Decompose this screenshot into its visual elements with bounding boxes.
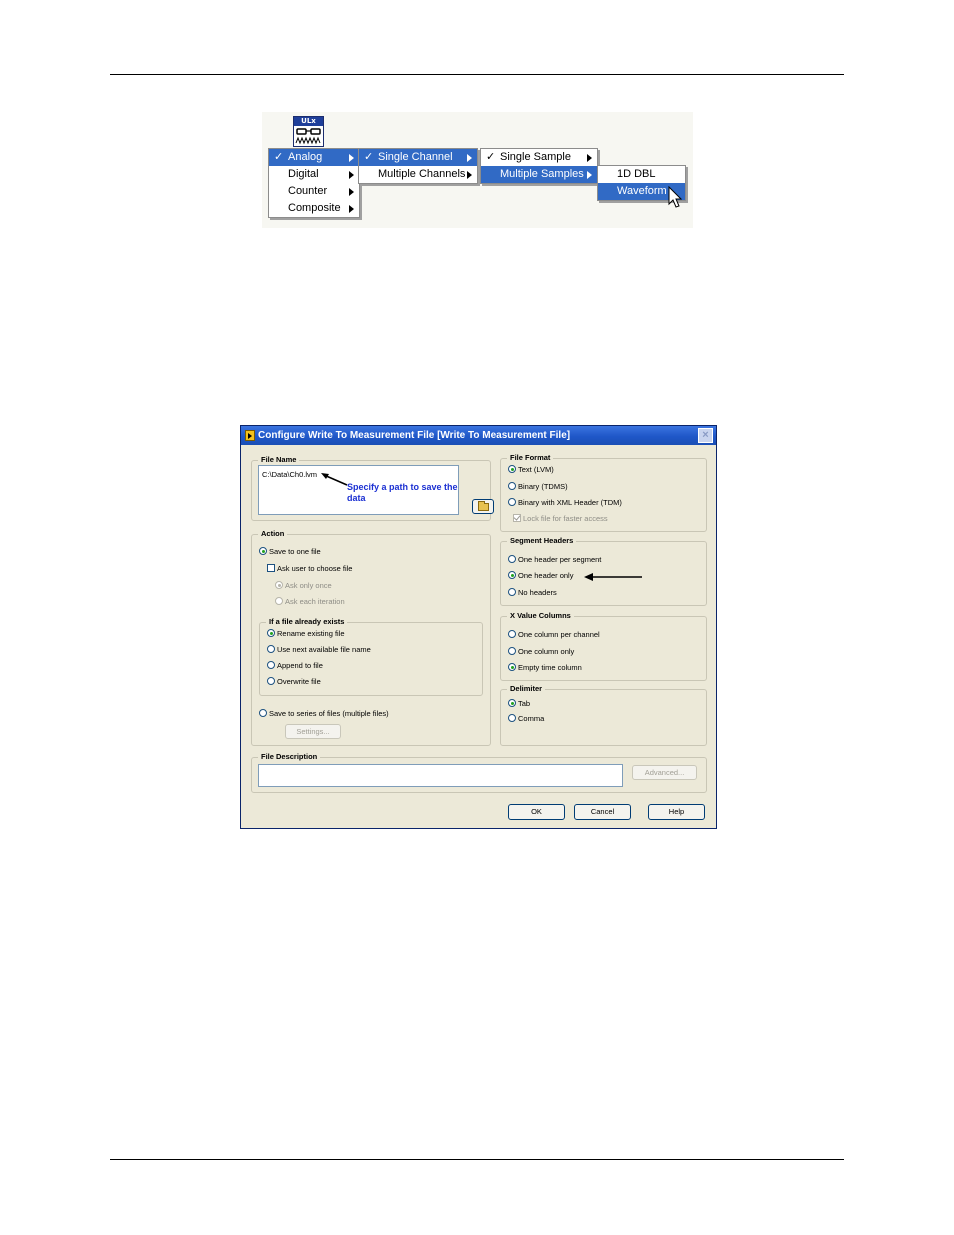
column-per-channel-radio[interactable]: One column per channel [508, 630, 600, 640]
segment-headers-title: Segment Headers [507, 536, 577, 546]
delimiter-tab-radio[interactable]: Tab [508, 699, 530, 709]
check-icon: ✓ [486, 151, 496, 163]
menu-item-single-sample[interactable]: ✓ Single Sample [481, 149, 597, 166]
vi-icon-label: ULx [294, 117, 323, 126]
dialog-title-bar[interactable]: Configure Write To Measurement File [Wri… [241, 426, 716, 445]
path-annotation: Specify a path to save the data [347, 482, 458, 503]
action-group: Action Save to one file Ask user to choo… [251, 529, 491, 746]
ask-each-iteration-radio[interactable]: Ask each iteration [275, 597, 345, 607]
menu-item-analog[interactable]: ✓ Analog [269, 149, 359, 166]
menu-item-counter[interactable]: Counter [269, 183, 359, 200]
file-exists-group: If a file already exists Rename existing… [259, 617, 483, 696]
submenu-arrow-icon [349, 154, 354, 162]
menu-item-digital[interactable]: Digital [269, 166, 359, 183]
delimiter-comma-radio[interactable]: Comma [508, 714, 544, 724]
menu-item-multiple-channels[interactable]: Multiple Channels [359, 166, 477, 183]
file-path-field[interactable]: C:\Data\Ch0.lvm Specify a path to save t… [258, 465, 459, 515]
submenu-arrow-icon [467, 154, 472, 162]
check-icon: ✓ [364, 151, 374, 163]
lock-file-checkbox[interactable]: Lock file for faster access [513, 514, 608, 524]
format-binary-tdms-radio[interactable]: Binary (TDMS) [508, 482, 568, 492]
labview-icon [245, 430, 255, 441]
file-path-value: C:\Data\Ch0.lvm [262, 470, 318, 479]
header-per-segment-radio[interactable]: One header per segment [508, 555, 601, 565]
menu-level-3: ✓ Single Sample Multiple Samples [480, 148, 598, 184]
menu-level-1: ✓ Analog Digital Counter Composite [268, 148, 360, 218]
append-to-file-radio[interactable]: Append to file [267, 661, 323, 671]
annotation-arrow-icon [321, 473, 348, 486]
format-binary-xml-radio[interactable]: Binary with XML Header (TDM) [508, 498, 622, 508]
footer-rule [110, 1159, 844, 1160]
glasses-icon [295, 128, 321, 145]
ask-only-once-radio[interactable]: Ask only once [275, 581, 332, 591]
file-name-group: File Name C:\Data\Ch0.lvm Specify a path… [251, 455, 494, 521]
pointer-arrow-icon [584, 573, 642, 581]
file-format-title: File Format [507, 453, 554, 463]
empty-time-column-radio[interactable]: Empty time column [508, 663, 582, 673]
rename-existing-radio[interactable]: Rename existing file [267, 629, 345, 639]
dialog-title: Configure Write To Measurement File [Wri… [258, 430, 571, 441]
save-one-file-radio[interactable]: Save to one file [259, 547, 321, 557]
ask-user-checkbox[interactable]: Ask user to choose file [267, 564, 352, 574]
menu-level-2: ✓ Single Channel Multiple Channels [358, 148, 478, 184]
file-description-group: File Description Advanced... [251, 752, 707, 793]
help-button[interactable]: Help [648, 804, 705, 820]
submenu-arrow-icon [349, 171, 354, 179]
next-available-name-radio[interactable]: Use next available file name [267, 645, 371, 655]
delimiter-title: Delimiter [507, 684, 546, 694]
file-format-group: File Format Text (LVM) Binary (TDMS) Bin… [500, 453, 707, 532]
folder-icon [478, 501, 489, 511]
x-value-columns-title: X Value Columns [507, 611, 574, 621]
browse-button[interactable] [472, 499, 494, 514]
check-icon: ✓ [274, 151, 284, 163]
one-column-only-radio[interactable]: One column only [508, 647, 574, 657]
cancel-button[interactable]: Cancel [574, 804, 631, 820]
ok-button[interactable]: OK [508, 804, 565, 820]
menu-item-composite[interactable]: Composite [269, 200, 359, 217]
configure-dialog: Configure Write To Measurement File [Wri… [240, 425, 717, 829]
mouse-cursor-icon [668, 186, 683, 208]
advanced-button[interactable]: Advanced... [632, 765, 697, 780]
submenu-arrow-icon [349, 205, 354, 213]
format-text-lvm-radio[interactable]: Text (LVM) [508, 465, 554, 475]
menu-item-1d-dbl[interactable]: 1D DBL [598, 166, 685, 183]
submenu-arrow-icon [467, 171, 472, 179]
menu-item-multiple-samples[interactable]: Multiple Samples [481, 166, 597, 183]
file-description-input[interactable] [258, 764, 623, 787]
overwrite-file-radio[interactable]: Overwrite file [267, 677, 321, 687]
delimiter-group: Delimiter Tab Comma [500, 684, 707, 746]
settings-button[interactable]: Settings... [285, 724, 341, 739]
close-icon[interactable]: × [698, 428, 713, 443]
file-name-title: File Name [258, 455, 300, 465]
submenu-arrow-icon [587, 154, 592, 162]
file-exists-title: If a file already exists [266, 617, 348, 627]
x-value-columns-group: X Value Columns One column per channel O… [500, 611, 707, 681]
menu-item-single-channel[interactable]: ✓ Single Channel [359, 149, 477, 166]
one-header-only-radio[interactable]: One header only [508, 571, 573, 581]
submenu-arrow-icon [587, 171, 592, 179]
save-series-radio[interactable]: Save to series of files (multiple files) [259, 709, 389, 719]
no-headers-radio[interactable]: No headers [508, 588, 557, 598]
action-title: Action [258, 529, 288, 539]
file-description-title: File Description [258, 752, 321, 762]
header-rule [110, 74, 844, 75]
ulx-vi-icon[interactable]: ULx [293, 116, 324, 147]
submenu-arrow-icon [349, 188, 354, 196]
